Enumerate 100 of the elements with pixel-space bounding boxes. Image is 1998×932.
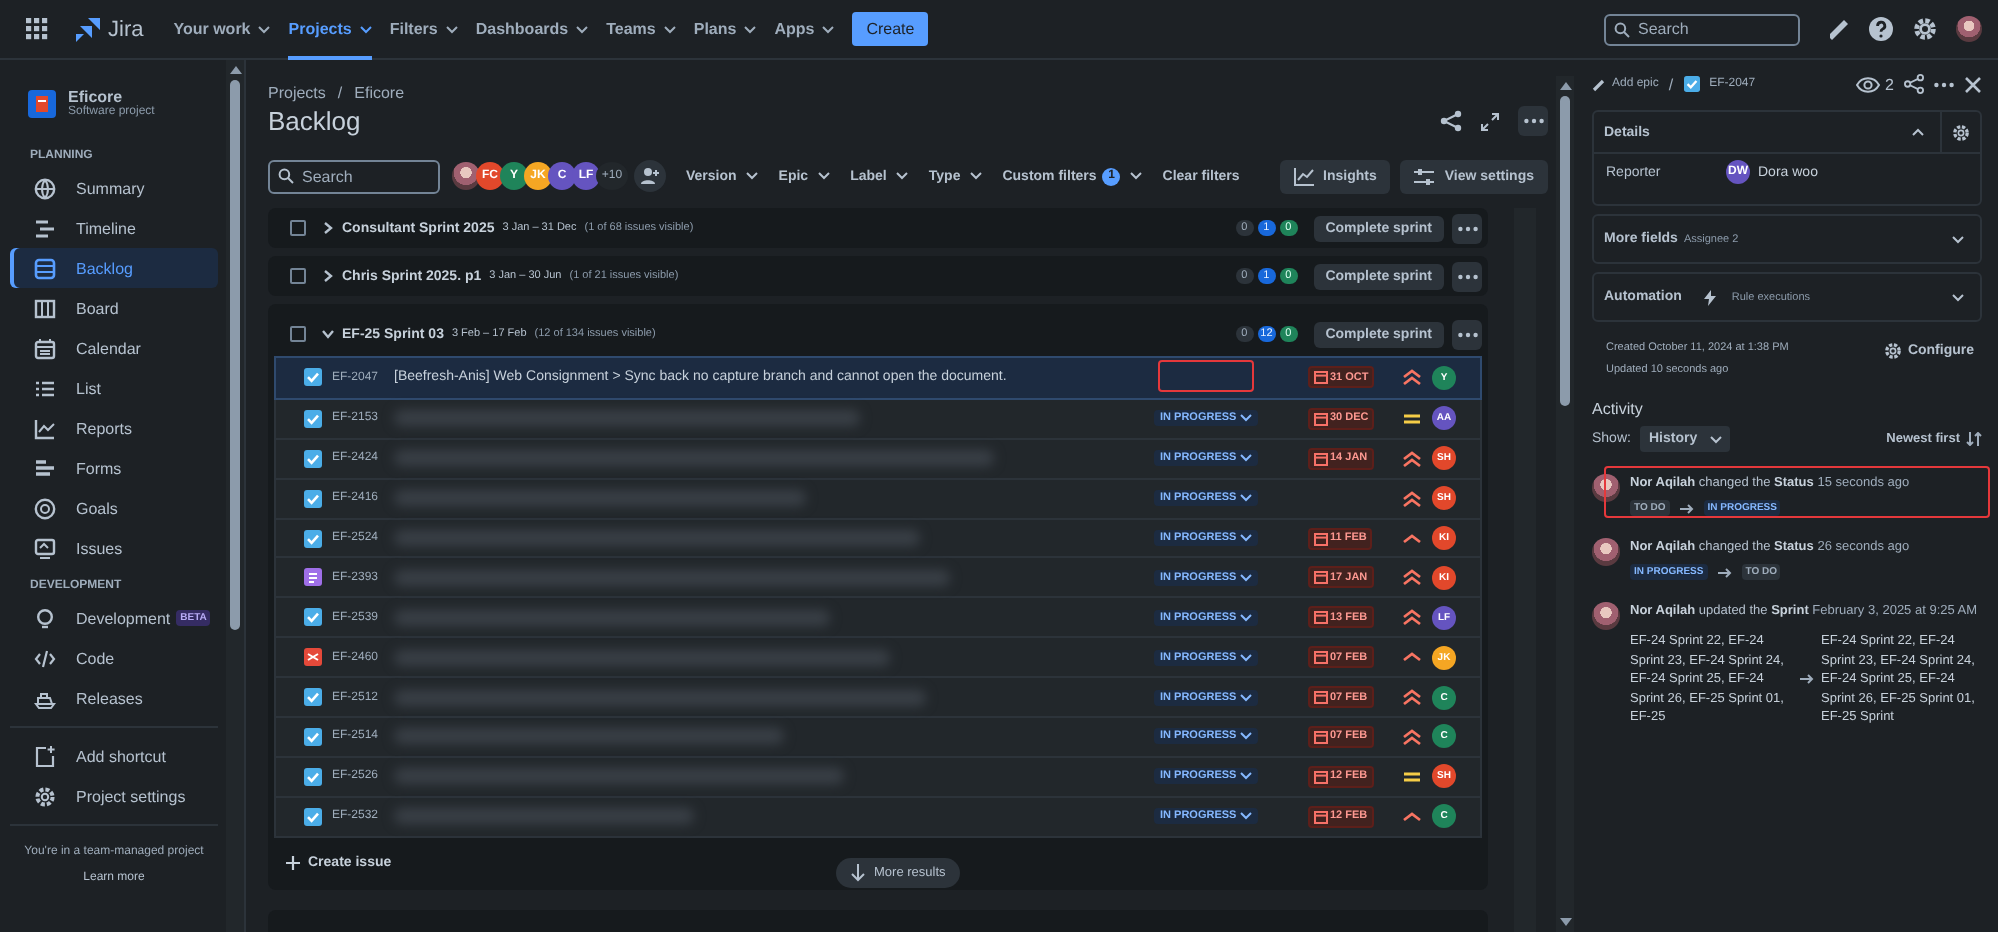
nav-menu-item[interactable]: Plans xyxy=(693,0,757,59)
caret-icon xyxy=(445,25,458,33)
watch-button[interactable]: 2 xyxy=(1855,75,1894,93)
caret-icon xyxy=(359,25,372,33)
chevron-down-icon[interactable] xyxy=(1952,293,1964,301)
more-icon xyxy=(1457,273,1477,279)
more-button[interactable] xyxy=(1452,213,1482,243)
list-icon xyxy=(34,377,56,399)
sidebar-item[interactable]: Issues xyxy=(10,528,218,568)
eye-icon xyxy=(1855,75,1880,93)
breadcrumb-link[interactable]: Projects xyxy=(268,84,326,102)
sidebar-item[interactable]: Calendar xyxy=(10,328,218,368)
scroll-up-icon[interactable] xyxy=(1559,82,1571,90)
calendar-icon xyxy=(1314,531,1328,545)
share-icon[interactable] xyxy=(1904,74,1924,94)
task-icon xyxy=(1683,76,1700,92)
nav-menu-item[interactable]: Your work xyxy=(173,0,271,59)
nav-menu-item[interactable]: Apps xyxy=(774,0,835,59)
product-name[interactable]: Jira xyxy=(108,17,144,41)
caret-icon xyxy=(818,172,831,180)
avatar-icon[interactable] xyxy=(452,162,480,190)
help-icon[interactable] xyxy=(1868,16,1894,42)
backlog-icon xyxy=(34,257,56,279)
share-icon[interactable] xyxy=(1440,110,1462,132)
lightning-icon xyxy=(1703,289,1716,305)
calendar-icon xyxy=(1314,411,1328,426)
calendar-icon xyxy=(1314,690,1328,705)
code-icon xyxy=(34,647,56,669)
settings-icon[interactable] xyxy=(1912,16,1938,42)
chevron-right-icon[interactable] xyxy=(322,270,334,282)
add-shortcut-icon xyxy=(34,745,56,767)
sidebar-item[interactable]: Goals xyxy=(10,488,218,528)
target-icon xyxy=(34,497,56,519)
checkbox[interactable] xyxy=(290,326,306,342)
add-people-icon[interactable] xyxy=(634,160,666,192)
calendar-icon xyxy=(1314,610,1328,625)
nav-menu-item[interactable]: Dashboards xyxy=(475,0,589,59)
more-icon xyxy=(1457,331,1477,337)
calendar-icon xyxy=(1314,809,1328,824)
create-button[interactable]: Create xyxy=(852,12,929,46)
nav-menu-item[interactable]: Projects xyxy=(288,0,372,59)
more-button[interactable] xyxy=(1452,319,1482,349)
avatar-icon[interactable] xyxy=(1956,16,1982,42)
close-icon[interactable] xyxy=(1964,75,1982,93)
calendar-icon xyxy=(34,337,56,359)
more-icon[interactable] xyxy=(1934,81,1954,87)
page-title: Backlog xyxy=(268,106,361,136)
scrollbar[interactable] xyxy=(1556,76,1574,932)
sidebar-item[interactable]: Summary xyxy=(10,168,218,208)
nav-menu-item[interactable]: Teams xyxy=(606,0,676,59)
logo-icon[interactable] xyxy=(74,15,102,43)
arrow-right-icon xyxy=(1717,567,1732,577)
checkbox[interactable] xyxy=(290,268,306,284)
sidebar-item[interactable]: Board xyxy=(10,288,218,328)
scroll-down-icon[interactable] xyxy=(1559,918,1571,926)
chart-icon xyxy=(1293,167,1314,185)
caret-icon xyxy=(1240,494,1253,503)
search-field[interactable]: Search xyxy=(1604,13,1800,45)
sidebar-item[interactable]: Forms xyxy=(10,448,218,488)
app-grid-icon[interactable] xyxy=(26,18,48,40)
chevron-up-icon[interactable] xyxy=(1912,128,1924,136)
search-icon xyxy=(278,168,294,184)
calendar-icon xyxy=(1314,370,1328,385)
sidebar-item[interactable]: Releases xyxy=(10,678,218,718)
sidebar-item[interactable]: Project settings xyxy=(10,776,218,816)
nav-menu-item[interactable]: Filters xyxy=(389,0,458,59)
caret-icon xyxy=(1709,435,1722,443)
checkbox[interactable] xyxy=(290,220,306,236)
expand-icon[interactable] xyxy=(1480,111,1500,131)
caret-icon xyxy=(1240,534,1253,542)
chevron-down-icon[interactable] xyxy=(1952,235,1964,243)
more-icon xyxy=(1523,118,1543,124)
caret-icon xyxy=(744,25,757,33)
chevron-right-icon[interactable] xyxy=(322,222,334,234)
caret-icon xyxy=(746,172,759,180)
search-field[interactable]: Search xyxy=(268,159,440,193)
caret-icon xyxy=(1240,732,1253,741)
sidebar-item[interactable]: List xyxy=(10,368,218,408)
scroll-up-icon[interactable] xyxy=(229,66,241,74)
timeline-icon xyxy=(34,217,56,239)
calendar-icon xyxy=(1314,650,1328,665)
breadcrumb-link[interactable]: Eficore xyxy=(354,84,405,102)
avatar-icon xyxy=(1592,538,1620,566)
sidebar-item[interactable]: Backlog xyxy=(10,248,218,288)
sidebar-item[interactable]: Code xyxy=(10,638,218,678)
scrollbar[interactable] xyxy=(226,60,244,932)
sidebar-item[interactable]: Timeline xyxy=(10,208,218,248)
sidebar-item[interactable]: Reports xyxy=(10,408,218,448)
breadcrumb-separator: / xyxy=(1668,75,1674,93)
project-name[interactable]: Eficore xyxy=(68,88,155,106)
chevron-down-icon[interactable] xyxy=(322,328,334,340)
caret-icon xyxy=(1240,693,1253,702)
settings-icon xyxy=(1883,342,1902,360)
more-button[interactable] xyxy=(1452,261,1482,291)
sidebar-item[interactable]: Add shortcut xyxy=(10,736,218,776)
caret-icon xyxy=(1240,812,1253,821)
project-icon xyxy=(28,89,56,117)
more-button[interactable] xyxy=(1518,106,1548,136)
caret-icon xyxy=(1240,573,1253,582)
search-icon xyxy=(1614,21,1630,37)
